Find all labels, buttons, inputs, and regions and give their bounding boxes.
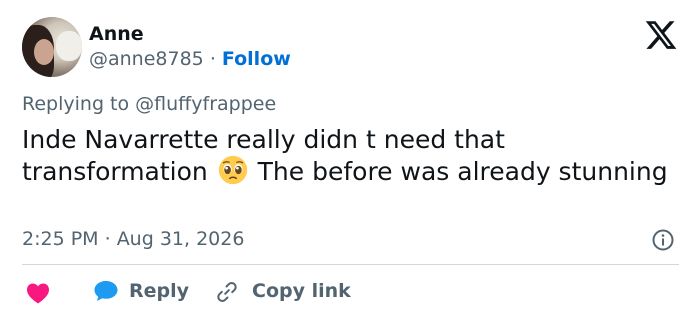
- author-handle-row: @anne8785 · Follow: [89, 48, 291, 70]
- tweet-text: Inde Navarrette really didn t need that …: [22, 124, 682, 187]
- replying-to: Replying to @fluffyfrappee: [22, 93, 276, 115]
- tweet-time[interactable]: 2:25 PM: [22, 228, 99, 250]
- handle-separator: ·: [203, 48, 222, 70]
- divider: [22, 264, 679, 265]
- replying-to-handle[interactable]: @fluffyfrappee: [135, 93, 276, 115]
- avatar-plush-toy: [56, 31, 82, 61]
- avatar[interactable]: [22, 17, 82, 77]
- pleading-face-emoji: [218, 155, 247, 185]
- link-icon: [217, 282, 237, 302]
- tweet-text-part-2: The before was already stunning: [249, 157, 668, 186]
- replying-prefix: Replying to: [22, 93, 136, 115]
- tweet-date[interactable]: Aug 31, 2026: [117, 228, 245, 250]
- author-handle[interactable]: @anne8785: [89, 48, 204, 70]
- heart-icon[interactable]: [26, 282, 50, 304]
- x-logo-icon[interactable]: [644, 18, 678, 52]
- reply-label: Reply: [129, 280, 190, 302]
- copy-link-label: Copy link: [252, 280, 351, 302]
- avatar-face: [34, 39, 54, 65]
- timestamp-row[interactable]: 2:25 PM · Aug 31, 2026: [22, 228, 244, 250]
- follow-button[interactable]: Follow: [222, 48, 291, 70]
- author-name[interactable]: Anne: [89, 23, 144, 45]
- timestamp-separator: ·: [98, 228, 117, 250]
- info-icon[interactable]: [651, 228, 675, 252]
- tweet-card: Anne @anne8785 · Follow Replying to @flu…: [0, 0, 700, 318]
- reply-bubble-icon: [94, 281, 118, 301]
